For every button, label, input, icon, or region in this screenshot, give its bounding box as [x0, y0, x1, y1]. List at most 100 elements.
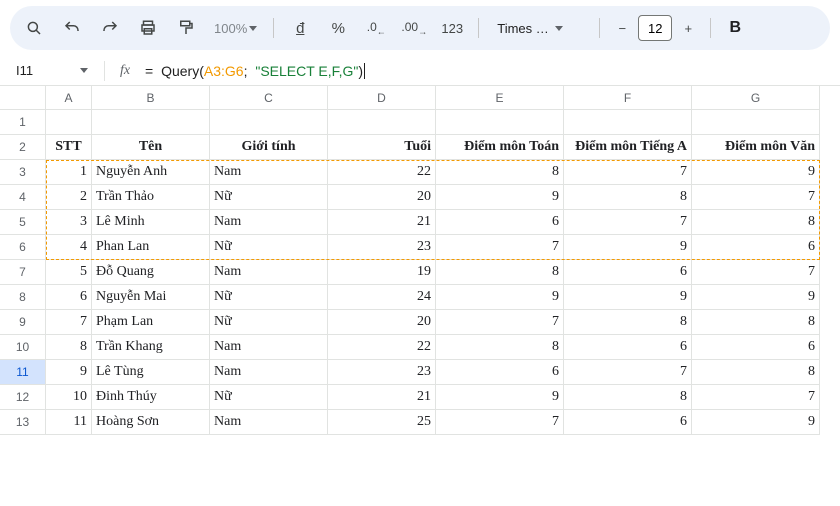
cell[interactable]: Nữ: [210, 385, 328, 410]
cell[interactable]: 2: [46, 185, 92, 210]
cell[interactable]: 9: [692, 285, 820, 310]
header-cell[interactable]: Tuổi: [328, 135, 436, 160]
redo-icon[interactable]: [94, 12, 126, 44]
cell[interactable]: 7: [692, 185, 820, 210]
header-cell[interactable]: Điểm môn Văn: [692, 135, 820, 160]
cell[interactable]: [210, 110, 328, 135]
cell[interactable]: Lê Minh: [92, 210, 210, 235]
cell[interactable]: Trần Khang: [92, 335, 210, 360]
cell[interactable]: 22: [328, 160, 436, 185]
cell[interactable]: 22: [328, 335, 436, 360]
row-header[interactable]: 10: [0, 335, 46, 360]
increase-font-button[interactable]: +: [676, 14, 700, 42]
cell[interactable]: 7: [46, 310, 92, 335]
cell[interactable]: 6: [564, 410, 692, 435]
cell[interactable]: 6: [46, 285, 92, 310]
row-header[interactable]: 12: [0, 385, 46, 410]
cell[interactable]: [436, 110, 564, 135]
cell[interactable]: 19: [328, 260, 436, 285]
header-cell[interactable]: Điểm môn Tiếng A: [564, 135, 692, 160]
spreadsheet-grid[interactable]: A B C D E F G 1 2 STT Tên Giới tính: [0, 86, 840, 435]
increase-decimal-icon[interactable]: .00→: [398, 12, 430, 44]
cell[interactable]: 20: [328, 185, 436, 210]
cell[interactable]: 9: [692, 410, 820, 435]
cell[interactable]: Nguyễn Mai: [92, 285, 210, 310]
cell[interactable]: 23: [328, 360, 436, 385]
currency-icon[interactable]: đ: [284, 12, 316, 44]
cell[interactable]: 9: [564, 235, 692, 260]
cell[interactable]: 24: [328, 285, 436, 310]
cell[interactable]: 6: [564, 335, 692, 360]
cell[interactable]: 8: [564, 185, 692, 210]
cell[interactable]: 21: [328, 210, 436, 235]
font-family-dropdown[interactable]: Times …: [489, 21, 589, 36]
row-header[interactable]: 1: [0, 110, 46, 135]
row-header[interactable]: 8: [0, 285, 46, 310]
col-header[interactable]: G: [692, 86, 820, 110]
cell[interactable]: Đỗ Quang: [92, 260, 210, 285]
cell[interactable]: Phan Lan: [92, 235, 210, 260]
cell[interactable]: 7: [692, 260, 820, 285]
cell[interactable]: 7: [436, 410, 564, 435]
row-header[interactable]: 6: [0, 235, 46, 260]
header-cell[interactable]: Tên: [92, 135, 210, 160]
cell[interactable]: Nữ: [210, 235, 328, 260]
cell[interactable]: 8: [564, 310, 692, 335]
bold-button[interactable]: B: [721, 19, 749, 37]
cell[interactable]: [46, 110, 92, 135]
cell[interactable]: Nữ: [210, 185, 328, 210]
cell[interactable]: [328, 110, 436, 135]
font-size-input[interactable]: [638, 15, 672, 41]
cell[interactable]: 11: [46, 410, 92, 435]
cell[interactable]: 21: [328, 385, 436, 410]
print-icon[interactable]: [132, 12, 164, 44]
cell[interactable]: Nam: [210, 335, 328, 360]
decrease-font-button[interactable]: −: [610, 14, 634, 42]
col-header[interactable]: C: [210, 86, 328, 110]
cell[interactable]: 6: [564, 260, 692, 285]
cell[interactable]: 5: [46, 260, 92, 285]
cell[interactable]: 7: [692, 385, 820, 410]
col-header[interactable]: B: [92, 86, 210, 110]
cell[interactable]: [564, 110, 692, 135]
cell[interactable]: [692, 110, 820, 135]
cell[interactable]: 1: [46, 160, 92, 185]
search-icon[interactable]: [18, 12, 50, 44]
cell[interactable]: Nam: [210, 260, 328, 285]
col-header[interactable]: F: [564, 86, 692, 110]
cell[interactable]: 9: [692, 160, 820, 185]
cell[interactable]: Lê Tùng: [92, 360, 210, 385]
cell[interactable]: 7: [564, 360, 692, 385]
cell[interactable]: 9: [564, 285, 692, 310]
cell[interactable]: 25: [328, 410, 436, 435]
cell[interactable]: 10: [46, 385, 92, 410]
cell[interactable]: 6: [692, 335, 820, 360]
zoom-dropdown[interactable]: 100%: [208, 21, 263, 36]
paint-format-icon[interactable]: [170, 12, 202, 44]
cell[interactable]: Nam: [210, 160, 328, 185]
cell[interactable]: 7: [436, 235, 564, 260]
decrease-decimal-icon[interactable]: .0←: [360, 12, 392, 44]
cell[interactable]: 7: [436, 310, 564, 335]
cell[interactable]: Hoàng Sơn: [92, 410, 210, 435]
percent-icon[interactable]: %: [322, 12, 354, 44]
col-header[interactable]: A: [46, 86, 92, 110]
cell[interactable]: Phạm Lan: [92, 310, 210, 335]
cell[interactable]: 9: [436, 385, 564, 410]
undo-icon[interactable]: [56, 12, 88, 44]
cell[interactable]: Nguyễn Anh: [92, 160, 210, 185]
format-number-icon[interactable]: 123: [436, 12, 468, 44]
cell[interactable]: 8: [564, 385, 692, 410]
row-header[interactable]: 9: [0, 310, 46, 335]
header-cell[interactable]: STT: [46, 135, 92, 160]
cell[interactable]: 9: [46, 360, 92, 385]
cell[interactable]: 7: [564, 160, 692, 185]
cell[interactable]: 23: [328, 235, 436, 260]
formula-bar[interactable]: = Query ( A3:G6 ; "SELECT E,F,G" ): [145, 63, 365, 79]
cell[interactable]: 3: [46, 210, 92, 235]
cell[interactable]: 20: [328, 310, 436, 335]
cell[interactable]: 8: [436, 160, 564, 185]
col-header[interactable]: D: [328, 86, 436, 110]
cell[interactable]: 9: [436, 185, 564, 210]
row-header[interactable]: 4: [0, 185, 46, 210]
